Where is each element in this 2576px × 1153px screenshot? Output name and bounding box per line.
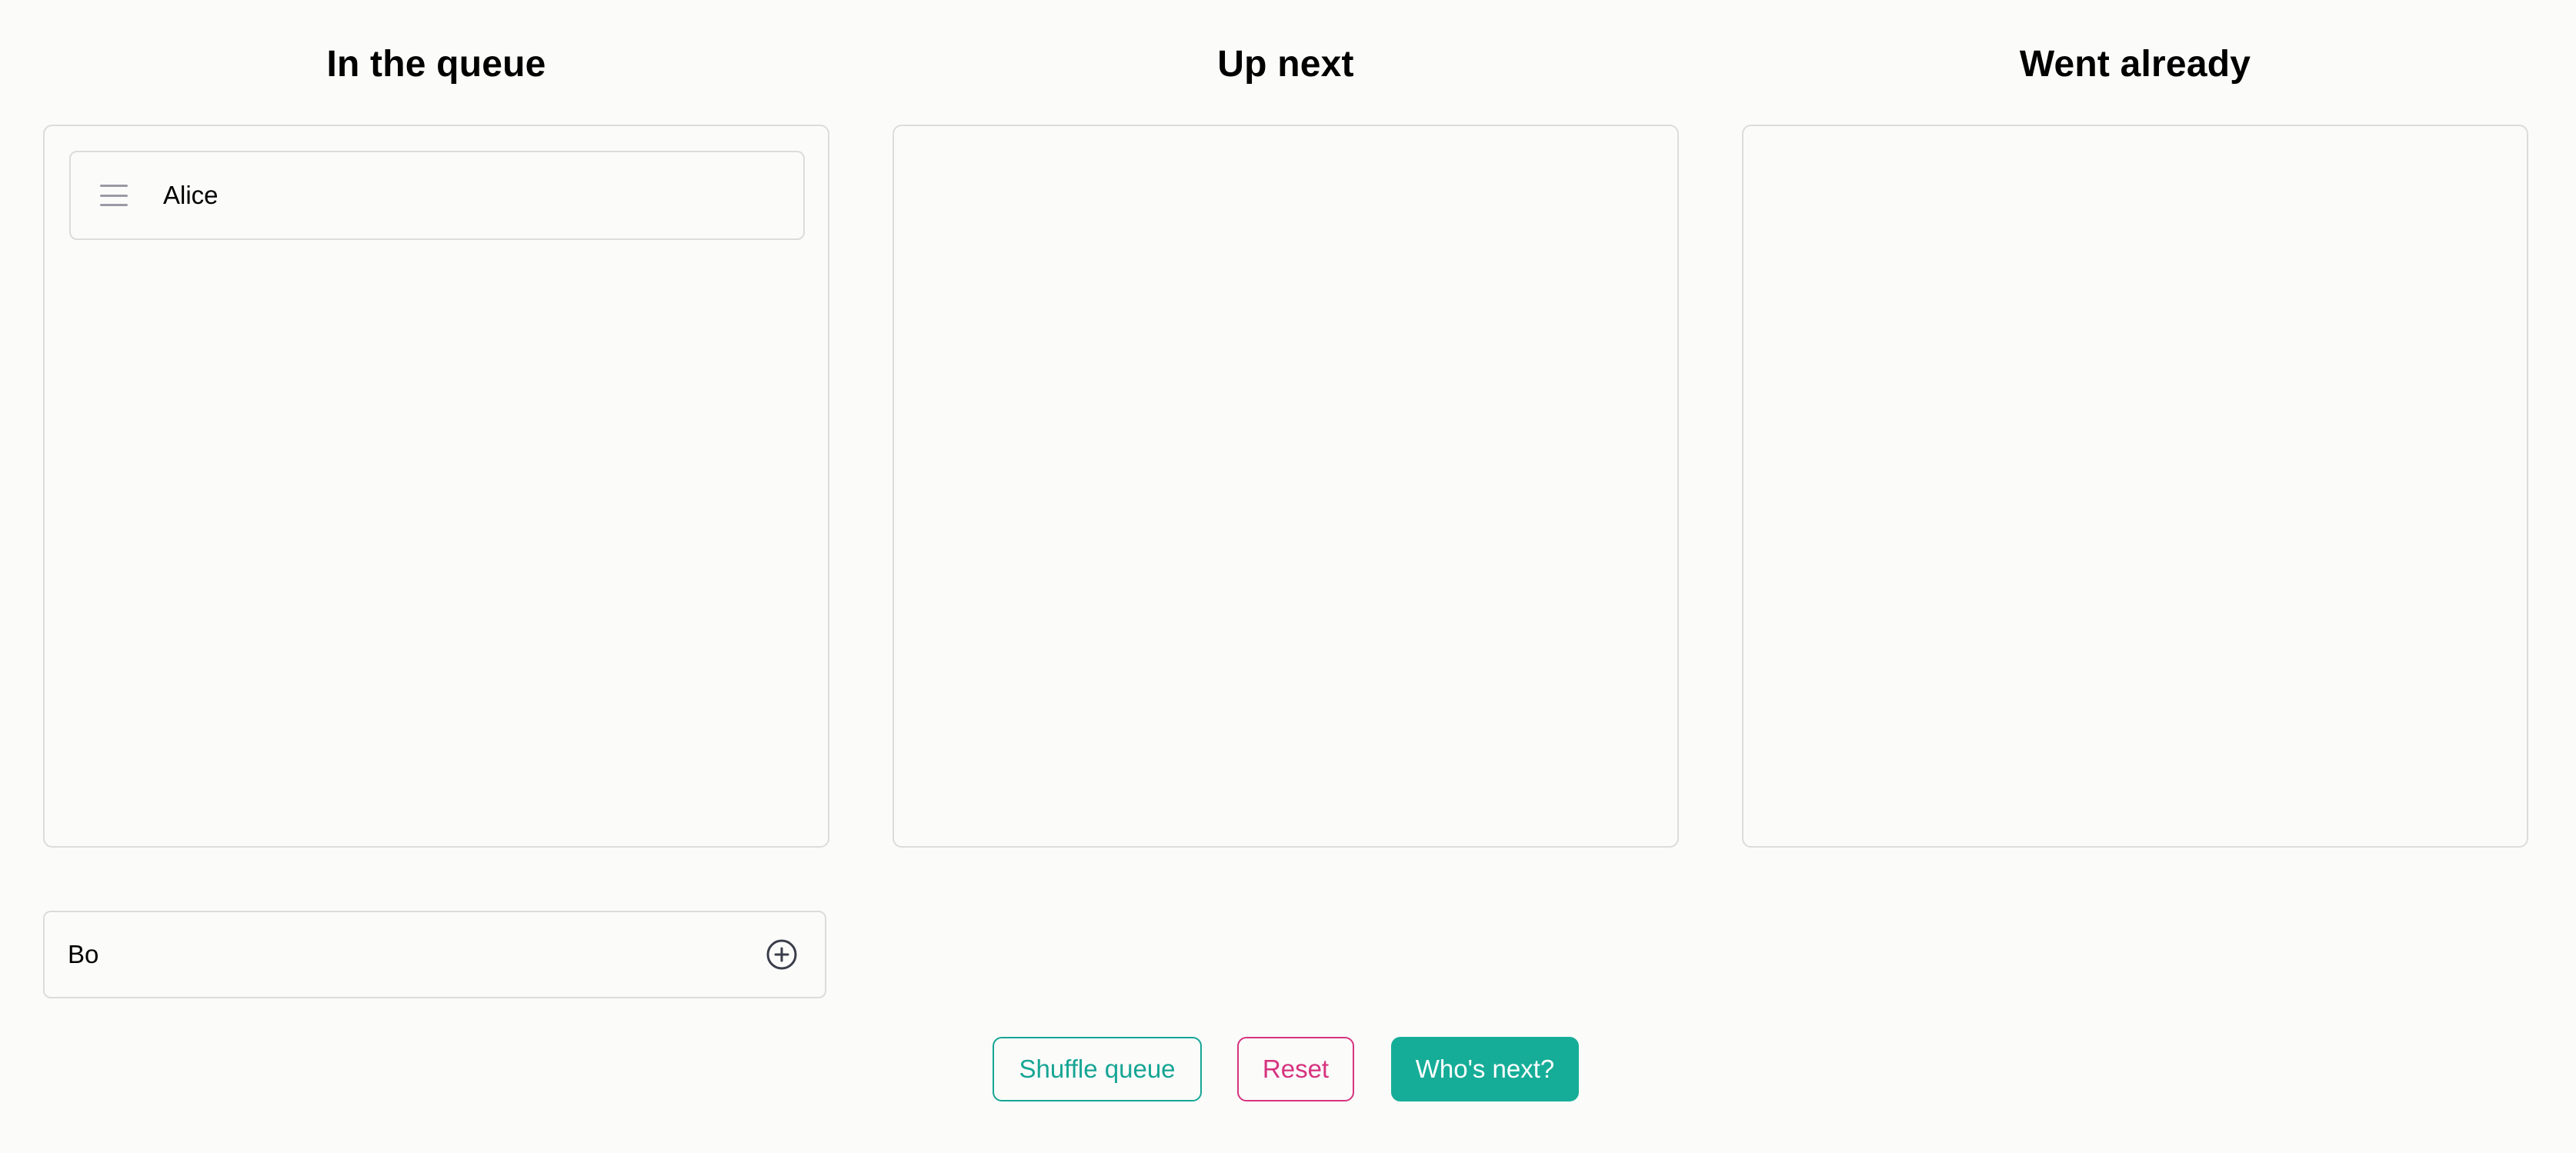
column-title-in-the-queue: In the queue bbox=[326, 44, 546, 85]
queue-item[interactable]: Alice bbox=[69, 151, 805, 240]
queue-item-name: Alice bbox=[163, 181, 219, 209]
plus-circle-icon[interactable] bbox=[765, 938, 799, 971]
column-title-went-already: Went already bbox=[2019, 44, 2251, 85]
whos-next-button[interactable]: Who's next? bbox=[1391, 1037, 1579, 1101]
drag-handle-icon[interactable] bbox=[100, 185, 128, 206]
went-already-panel[interactable] bbox=[1742, 125, 2528, 848]
column-title-up-next: Up next bbox=[1217, 44, 1354, 85]
add-person-field bbox=[43, 911, 826, 998]
queue-board: In the queue Up next Went already Alice … bbox=[0, 0, 2576, 1153]
queue-panel[interactable]: Alice bbox=[43, 125, 829, 848]
up-next-panel[interactable] bbox=[893, 125, 1679, 848]
shuffle-queue-button[interactable]: Shuffle queue bbox=[993, 1037, 1202, 1101]
reset-button[interactable]: Reset bbox=[1237, 1037, 1354, 1101]
add-person-input[interactable] bbox=[45, 912, 765, 997]
